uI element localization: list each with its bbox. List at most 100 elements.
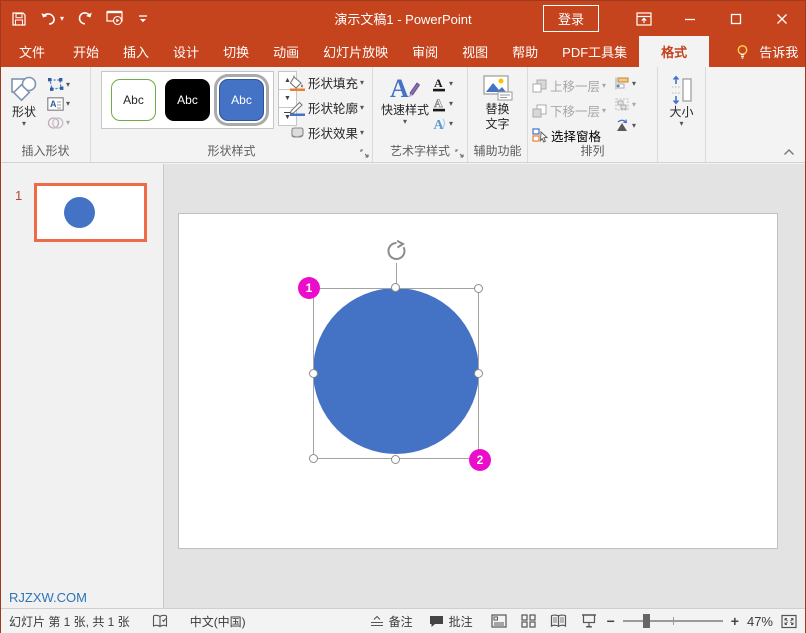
ribbon-display-options-icon[interactable] — [621, 1, 667, 36]
undo-dropdown-icon[interactable]: ▾ — [60, 15, 64, 23]
rotate-objects-button[interactable]: ▾ — [614, 118, 636, 133]
customize-qat-icon[interactable] — [138, 14, 148, 24]
zoom-in-button[interactable]: + — [731, 613, 739, 629]
text-fill-button[interactable]: A ▾ — [431, 76, 453, 92]
rotation-handle-icon[interactable] — [384, 240, 409, 264]
shape-outline-icon — [289, 100, 306, 116]
shape-effects-button[interactable]: 形状效果 ▾ — [289, 123, 364, 142]
tab-transitions[interactable]: 切换 — [211, 36, 261, 67]
minimize-button[interactable] — [667, 1, 713, 36]
text-box-button[interactable]: A ▾ — [47, 97, 70, 111]
notes-toggle[interactable]: 备注 — [362, 613, 421, 630]
redo-icon[interactable] — [77, 11, 93, 26]
shape-effects-icon — [289, 125, 306, 141]
alt-text-button[interactable]: 替换文字 — [468, 71, 527, 132]
comments-label: 批注 — [449, 613, 473, 630]
group-objects-button[interactable]: ▾ — [614, 97, 636, 112]
comments-toggle[interactable]: 批注 — [421, 613, 481, 630]
rotate-objects-icon — [614, 118, 630, 133]
tab-slideshow[interactable]: 幻灯片放映 — [311, 36, 400, 67]
close-button[interactable] — [759, 1, 805, 36]
merge-shapes-icon — [47, 116, 64, 130]
slide-thumbnail-1[interactable] — [34, 183, 147, 242]
quick-styles-label: 快速样式 — [381, 103, 429, 118]
shape-style-swatch-blue-selected[interactable]: Abc — [219, 79, 264, 121]
zoom-slider-thumb[interactable] — [643, 614, 650, 628]
collapse-ribbon-icon[interactable] — [783, 148, 795, 156]
tab-animations[interactable]: 动画 — [261, 36, 311, 67]
resize-handle-bottom-left[interactable] — [309, 454, 318, 463]
shape-outline-label: 形状轮廓 — [308, 98, 358, 117]
resize-handle-bottom-center[interactable] — [391, 455, 400, 464]
resize-handle-top-right[interactable] — [474, 284, 483, 293]
shape-style-swatch-black[interactable]: Abc — [165, 79, 210, 121]
undo-icon[interactable]: ▾ — [40, 12, 64, 26]
tab-design[interactable]: 设计 — [161, 36, 211, 67]
language-text: 中文(中国) — [190, 613, 246, 630]
wordart-dialog-launcher-icon[interactable] — [455, 149, 464, 158]
tab-insert[interactable]: 插入 — [111, 36, 161, 67]
shape-style-gallery: Abc Abc Abc — [101, 71, 274, 129]
slideshow-view-icon[interactable] — [581, 614, 597, 628]
tab-home[interactable]: 开始 — [61, 36, 111, 67]
maximize-button[interactable] — [713, 1, 759, 36]
edit-shape-button[interactable]: ▾ — [47, 77, 70, 92]
zoom-out-button[interactable]: − — [607, 613, 615, 629]
resize-handle-middle-right[interactable] — [474, 369, 483, 378]
text-outline-button[interactable]: A ▾ — [431, 96, 453, 112]
alt-text-icon — [482, 74, 514, 102]
start-slideshow-icon[interactable] — [106, 10, 125, 27]
zoom-percentage[interactable]: 47% — [747, 614, 773, 629]
save-icon[interactable] — [11, 11, 27, 27]
tab-help[interactable]: 帮助 — [500, 36, 550, 67]
shape-outline-button[interactable]: 形状轮廓 ▾ — [289, 98, 364, 117]
slide-sorter-view-icon[interactable] — [521, 614, 536, 628]
shape-styles-dialog-launcher-icon[interactable] — [360, 149, 369, 158]
status-bar: 幻灯片 第 1 张, 共 1 张 中文(中国) 备注 批注 − + — [1, 608, 805, 633]
tab-pdf-tools[interactable]: PDF工具集 — [550, 36, 639, 67]
quick-styles-icon: A — [388, 73, 422, 103]
zoom-slider[interactable] — [623, 614, 723, 628]
group-wordart-styles: A 快速样式 ▾ A ▾ A ▾ A ▾ 艺术字样式 — [373, 67, 468, 162]
svg-text:A: A — [390, 74, 409, 103]
align-objects-icon — [614, 76, 630, 91]
bring-forward-icon — [532, 79, 548, 93]
proofing-status-icon[interactable] — [138, 614, 182, 628]
view-switcher — [481, 614, 607, 628]
size-label: 大小 — [669, 105, 693, 120]
tab-review[interactable]: 审阅 — [400, 36, 450, 67]
group-accessibility: 替换文字 辅助功能 — [468, 67, 528, 162]
send-backward-icon — [532, 104, 548, 118]
tab-file[interactable]: 文件 — [3, 36, 61, 67]
tab-view[interactable]: 视图 — [450, 36, 500, 67]
text-effects-button[interactable]: A ▾ — [431, 116, 453, 132]
bring-forward-button[interactable]: 上移一层 ▾ — [532, 76, 606, 95]
thumbnail-circle-shape — [64, 197, 95, 228]
alt-text-label: 替换文字 — [481, 102, 515, 132]
tell-me-button[interactable]: 告诉我 — [723, 36, 806, 67]
resize-handle-top-center[interactable] — [391, 283, 400, 292]
shape-style-swatch-outline[interactable]: Abc — [111, 79, 156, 121]
group-label-accessibility: 辅助功能 — [468, 142, 527, 159]
reading-view-icon[interactable] — [550, 614, 567, 628]
slide-counter[interactable]: 幻灯片 第 1 张, 共 1 张 — [1, 613, 138, 630]
sign-in-button[interactable]: 登录 — [543, 5, 599, 32]
merge-shapes-button[interactable]: ▾ — [47, 116, 70, 130]
normal-view-icon[interactable] — [491, 614, 507, 628]
group-label-shape-styles: 形状样式 — [91, 142, 372, 159]
shapes-label: 形状 — [12, 105, 36, 120]
swatch-text: Abc — [123, 93, 144, 107]
tab-format[interactable]: 格式 — [639, 36, 709, 67]
send-backward-button[interactable]: 下移一层 ▾ — [532, 101, 606, 120]
fit-to-window-icon[interactable] — [781, 614, 797, 629]
shape-fill-button[interactable]: 形状填充 ▾ — [289, 73, 364, 92]
ribbon-format-tab-content: 形状 ▾ ▾ A ▾ ▾ 插入形状 Abc — [1, 67, 805, 163]
size-button[interactable]: 大小 ▾ — [658, 71, 705, 128]
svg-text:A: A — [434, 96, 443, 110]
text-outline-icon: A — [431, 96, 447, 112]
selected-circle-shape[interactable] — [313, 288, 479, 454]
language-indicator[interactable]: 中文(中国) — [182, 613, 254, 630]
resize-handle-middle-left[interactable] — [309, 369, 318, 378]
group-label-wordart-styles: 艺术字样式 — [373, 142, 467, 159]
align-objects-button[interactable]: ▾ — [614, 76, 636, 91]
